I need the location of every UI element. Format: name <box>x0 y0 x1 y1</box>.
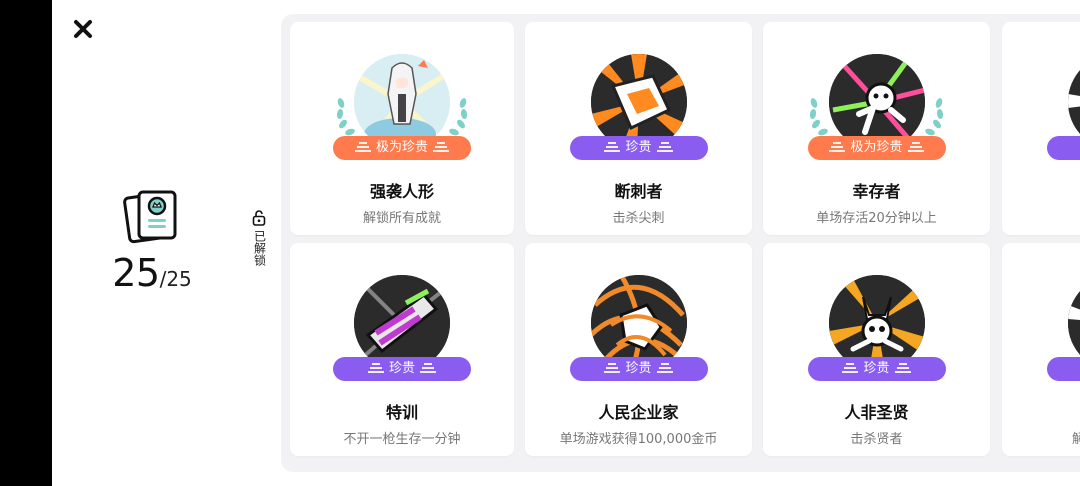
achievement-description: 解锁所有成就 <box>362 211 441 226</box>
unlocked-filter-toggle[interactable]: 已解锁 <box>249 210 269 270</box>
rarity-badge <box>1046 136 1080 160</box>
rarity-badge: 珍贵 <box>333 357 471 381</box>
achievement-summary: 25/25 <box>107 188 197 292</box>
achievement-count: 25/25 <box>107 254 197 292</box>
unlocked-filter-label: 已解锁 <box>252 230 267 266</box>
achievement-description: 击杀尖刺 <box>612 211 665 226</box>
achievement-title: 断刺者 <box>614 182 663 201</box>
achievement-card[interactable]: 珍贵 特训 不开一枪生存一分钟 <box>290 243 514 456</box>
achievement-title: 人民企业家 <box>598 403 679 422</box>
achievement-card[interactable]: 解 <box>1002 243 1080 456</box>
rarity-badge: 珍贵 <box>569 136 708 160</box>
achievement-card[interactable]: 极为珍贵 幸存者 单场存活20分钟以上 <box>763 22 990 235</box>
achievement-title: 特训 <box>385 403 418 422</box>
unlock-icon <box>252 210 266 226</box>
total-count: /25 <box>159 267 192 291</box>
achievements-screen: 25/25 已解锁 极为珍贵 强袭人形 解锁所有成就 珍贵 断刺者 击杀尖刺 极… <box>52 0 1080 486</box>
achievement-title: 人非圣贤 <box>844 403 909 422</box>
achievement-grid: 极为珍贵 强袭人形 解锁所有成就 珍贵 断刺者 击杀尖刺 极为珍贵 幸存者 单场… <box>281 14 1080 472</box>
achievement-description: 击杀贤者 <box>850 432 903 447</box>
unlocked-count: 25 <box>112 251 160 295</box>
rarity-badge: 珍贵 <box>569 357 708 381</box>
achievement-card[interactable]: 珍贵 人民企业家 单场游戏获得100,000金币 <box>525 243 752 456</box>
achievement-card[interactable]: 极为珍贵 强袭人形 解锁所有成就 <box>290 22 514 235</box>
achievement-description: 不开一枪生存一分钟 <box>343 432 461 447</box>
achievement-card[interactable] <box>1002 22 1080 235</box>
rarity-badge: 极为珍贵 <box>807 136 946 160</box>
achievement-card[interactable]: 珍贵 人非圣贤 击杀贤者 <box>763 243 990 456</box>
achievement-title: 幸存者 <box>852 182 901 201</box>
achievement-card[interactable]: 珍贵 断刺者 击杀尖刺 <box>525 22 752 235</box>
achievement-description: 单场存活20分钟以上 <box>816 211 937 226</box>
achievement-description: 解 <box>1072 432 1080 447</box>
achievement-description: 单场游戏获得100,000金币 <box>559 432 718 447</box>
left-black-bar <box>0 0 52 486</box>
achievement-book-icon <box>123 190 177 244</box>
rarity-badge: 极为珍贵 <box>333 136 471 160</box>
rarity-badge <box>1046 357 1080 381</box>
rarity-badge: 珍贵 <box>807 357 946 381</box>
achievement-title: 强袭人形 <box>369 182 434 201</box>
close-icon[interactable] <box>72 18 94 40</box>
